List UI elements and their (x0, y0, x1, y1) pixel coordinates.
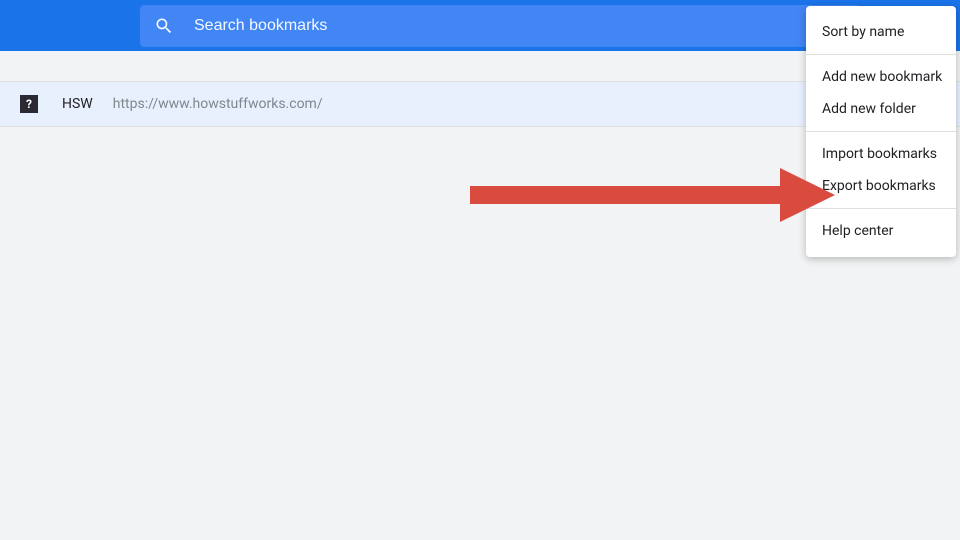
menu-divider (806, 208, 956, 209)
menu-add-new-bookmark[interactable]: Add new bookmark (806, 61, 956, 93)
menu-add-new-folder[interactable]: Add new folder (806, 93, 956, 125)
menu-divider (806, 131, 956, 132)
menu-export-bookmarks[interactable]: Export bookmarks (806, 170, 956, 202)
search-container[interactable] (140, 5, 860, 47)
menu-help-center[interactable]: Help center (806, 215, 956, 247)
search-input[interactable] (194, 17, 846, 35)
favicon-text: ? (26, 97, 32, 111)
search-icon (154, 16, 174, 36)
favicon-icon: ? (20, 95, 38, 113)
menu-divider (806, 54, 956, 55)
annotation-arrow-icon (470, 168, 835, 223)
menu-sort-by-name[interactable]: Sort by name (806, 16, 956, 48)
menu-import-bookmarks[interactable]: Import bookmarks (806, 138, 956, 170)
bookmark-title: HSW (62, 96, 93, 112)
context-menu: Sort by name Add new bookmark Add new fo… (806, 6, 956, 257)
bookmark-url: https://www.howstuffworks.com/ (113, 96, 323, 112)
